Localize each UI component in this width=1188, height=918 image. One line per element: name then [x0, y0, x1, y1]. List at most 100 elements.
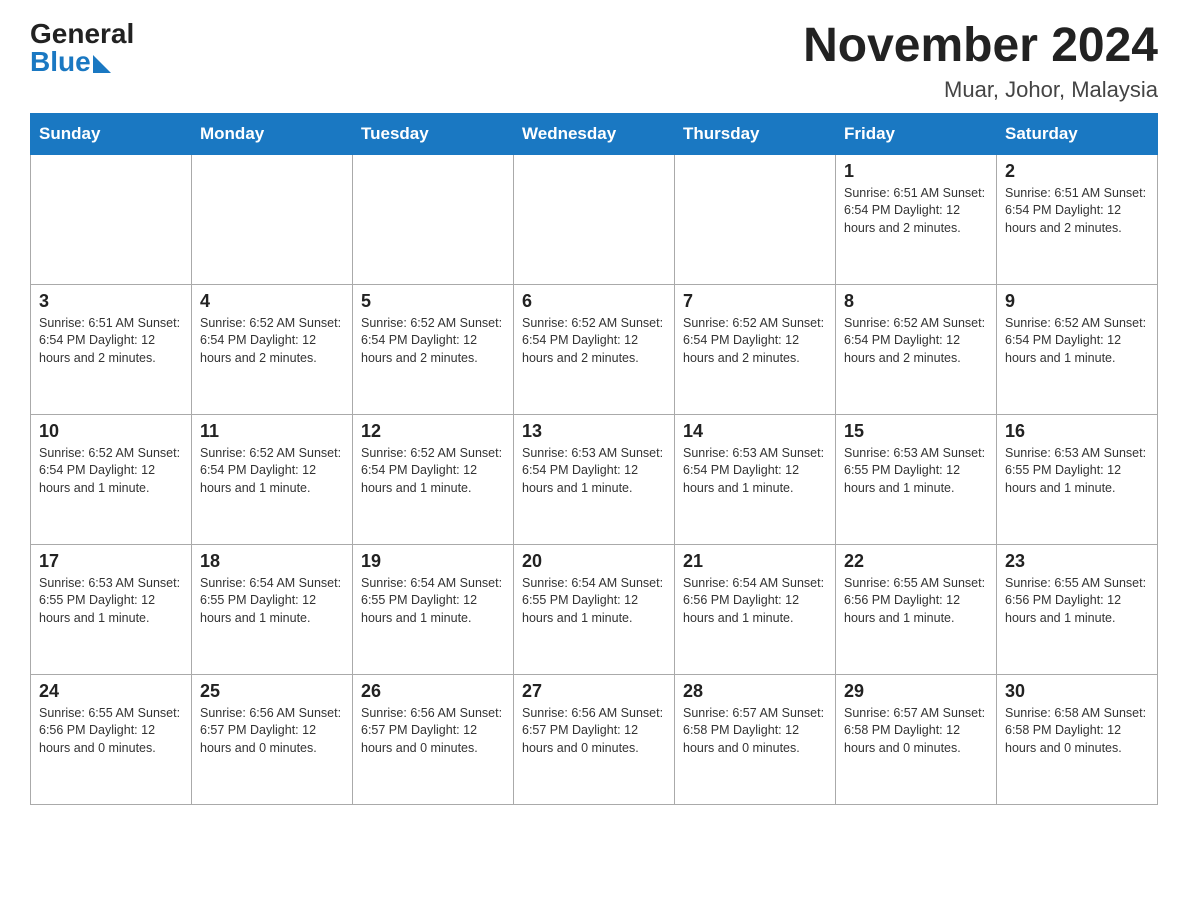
day-number: 30 — [1005, 681, 1149, 702]
day-info: Sunrise: 6:53 AM Sunset: 6:55 PM Dayligh… — [844, 445, 988, 498]
calendar-cell: 13 Sunrise: 6:53 AM Sunset: 6:54 PM Dayli… — [514, 414, 675, 544]
day-number: 23 — [1005, 551, 1149, 572]
day-number: 8 — [844, 291, 988, 312]
week-row-1: 1 Sunrise: 6:51 AM Sunset: 6:54 PM Daylig… — [31, 154, 1158, 284]
calendar-cell: 24 Sunrise: 6:55 AM Sunset: 6:56 PM Dayli… — [31, 674, 192, 804]
day-number: 1 — [844, 161, 988, 182]
day-info: Sunrise: 6:52 AM Sunset: 6:54 PM Dayligh… — [361, 315, 505, 368]
day-info: Sunrise: 6:52 AM Sunset: 6:54 PM Dayligh… — [200, 445, 344, 498]
day-info: Sunrise: 6:51 AM Sunset: 6:54 PM Dayligh… — [39, 315, 183, 368]
weekday-header-tuesday: Tuesday — [353, 113, 514, 154]
weekday-header-sunday: Sunday — [31, 113, 192, 154]
calendar-cell: 17 Sunrise: 6:53 AM Sunset: 6:55 PM Dayli… — [31, 544, 192, 674]
day-info: Sunrise: 6:56 AM Sunset: 6:57 PM Dayligh… — [361, 705, 505, 758]
day-number: 10 — [39, 421, 183, 442]
day-info: Sunrise: 6:53 AM Sunset: 6:54 PM Dayligh… — [522, 445, 666, 498]
weekday-header-friday: Friday — [836, 113, 997, 154]
weekday-header-saturday: Saturday — [997, 113, 1158, 154]
calendar-cell: 25 Sunrise: 6:56 AM Sunset: 6:57 PM Dayli… — [192, 674, 353, 804]
day-number: 12 — [361, 421, 505, 442]
header: General Blue November 2024 Muar, Johor, … — [30, 20, 1158, 103]
calendar-cell — [675, 154, 836, 284]
logo-general-text: General — [30, 20, 134, 48]
week-row-4: 17 Sunrise: 6:53 AM Sunset: 6:55 PM Dayli… — [31, 544, 1158, 674]
calendar-cell: 23 Sunrise: 6:55 AM Sunset: 6:56 PM Dayli… — [997, 544, 1158, 674]
day-number: 2 — [1005, 161, 1149, 182]
calendar-cell: 30 Sunrise: 6:58 AM Sunset: 6:58 PM Dayli… — [997, 674, 1158, 804]
calendar-subtitle: Muar, Johor, Malaysia — [803, 77, 1158, 103]
day-number: 26 — [361, 681, 505, 702]
day-info: Sunrise: 6:55 AM Sunset: 6:56 PM Dayligh… — [1005, 575, 1149, 628]
calendar-cell: 19Sunrise: 6:54 AM Sunset: 6:55 PM Dayli… — [353, 544, 514, 674]
day-number: 21 — [683, 551, 827, 572]
calendar-cell: 3 Sunrise: 6:51 AM Sunset: 6:54 PM Daylig… — [31, 284, 192, 414]
day-number: 9 — [1005, 291, 1149, 312]
calendar-table: SundayMondayTuesdayWednesdayThursdayFrid… — [30, 113, 1158, 805]
day-number: 6 — [522, 291, 666, 312]
day-info: Sunrise: 6:51 AM Sunset: 6:54 PM Dayligh… — [1005, 185, 1149, 238]
day-info: Sunrise: 6:53 AM Sunset: 6:54 PM Dayligh… — [683, 445, 827, 498]
calendar-cell: 5 Sunrise: 6:52 AM Sunset: 6:54 PM Daylig… — [353, 284, 514, 414]
title-area: November 2024 Muar, Johor, Malaysia — [803, 20, 1158, 103]
calendar-cell: 10 Sunrise: 6:52 AM Sunset: 6:54 PM Dayli… — [31, 414, 192, 544]
logo-blue-text: Blue — [30, 48, 91, 76]
day-info: Sunrise: 6:53 AM Sunset: 6:55 PM Dayligh… — [39, 575, 183, 628]
day-number: 14 — [683, 421, 827, 442]
calendar-cell: 27Sunrise: 6:56 AM Sunset: 6:57 PM Dayli… — [514, 674, 675, 804]
day-info: Sunrise: 6:57 AM Sunset: 6:58 PM Dayligh… — [844, 705, 988, 758]
calendar-cell: 1 Sunrise: 6:51 AM Sunset: 6:54 PM Daylig… — [836, 154, 997, 284]
day-number: 24 — [39, 681, 183, 702]
calendar-cell: 28Sunrise: 6:57 AM Sunset: 6:58 PM Dayli… — [675, 674, 836, 804]
day-number: 17 — [39, 551, 183, 572]
calendar-cell: 9 Sunrise: 6:52 AM Sunset: 6:54 PM Daylig… — [997, 284, 1158, 414]
logo: General Blue — [30, 20, 134, 76]
weekday-header-thursday: Thursday — [675, 113, 836, 154]
day-number: 11 — [200, 421, 344, 442]
calendar-cell — [192, 154, 353, 284]
day-number: 7 — [683, 291, 827, 312]
day-info: Sunrise: 6:52 AM Sunset: 6:54 PM Dayligh… — [39, 445, 183, 498]
day-number: 3 — [39, 291, 183, 312]
calendar-cell: 21 Sunrise: 6:54 AM Sunset: 6:56 PM Dayli… — [675, 544, 836, 674]
week-row-5: 24 Sunrise: 6:55 AM Sunset: 6:56 PM Dayli… — [31, 674, 1158, 804]
day-number: 5 — [361, 291, 505, 312]
weekday-header-row: SundayMondayTuesdayWednesdayThursdayFrid… — [31, 113, 1158, 154]
day-info: Sunrise: 6:51 AM Sunset: 6:54 PM Dayligh… — [844, 185, 988, 238]
day-info: Sunrise: 6:54 AM Sunset: 6:56 PM Dayligh… — [683, 575, 827, 628]
day-info: Sunrise: 6:55 AM Sunset: 6:56 PM Dayligh… — [39, 705, 183, 758]
calendar-cell: 14 Sunrise: 6:53 AM Sunset: 6:54 PM Dayli… — [675, 414, 836, 544]
day-number: 25 — [200, 681, 344, 702]
day-info: Sunrise: 6:52 AM Sunset: 6:54 PM Dayligh… — [1005, 315, 1149, 368]
day-info: Sunrise: 6:53 AM Sunset: 6:55 PM Dayligh… — [1005, 445, 1149, 498]
day-info: Sunrise: 6:52 AM Sunset: 6:54 PM Dayligh… — [683, 315, 827, 368]
day-number: 29 — [844, 681, 988, 702]
calendar-cell: 29 Sunrise: 6:57 AM Sunset: 6:58 PM Dayli… — [836, 674, 997, 804]
logo-triangle-icon — [93, 55, 111, 73]
day-info: Sunrise: 6:58 AM Sunset: 6:58 PM Dayligh… — [1005, 705, 1149, 758]
day-number: 4 — [200, 291, 344, 312]
day-number: 15 — [844, 421, 988, 442]
calendar-cell: 22Sunrise: 6:55 AM Sunset: 6:56 PM Dayli… — [836, 544, 997, 674]
calendar-cell: 8 Sunrise: 6:52 AM Sunset: 6:54 PM Daylig… — [836, 284, 997, 414]
weekday-header-monday: Monday — [192, 113, 353, 154]
day-info: Sunrise: 6:56 AM Sunset: 6:57 PM Dayligh… — [200, 705, 344, 758]
day-number: 13 — [522, 421, 666, 442]
day-info: Sunrise: 6:54 AM Sunset: 6:55 PM Dayligh… — [200, 575, 344, 628]
weekday-header-wednesday: Wednesday — [514, 113, 675, 154]
calendar-cell: 18 Sunrise: 6:54 AM Sunset: 6:55 PM Dayli… — [192, 544, 353, 674]
week-row-2: 3 Sunrise: 6:51 AM Sunset: 6:54 PM Daylig… — [31, 284, 1158, 414]
day-info: Sunrise: 6:52 AM Sunset: 6:54 PM Dayligh… — [522, 315, 666, 368]
day-info: Sunrise: 6:52 AM Sunset: 6:54 PM Dayligh… — [844, 315, 988, 368]
day-number: 18 — [200, 551, 344, 572]
day-number: 28 — [683, 681, 827, 702]
week-row-3: 10 Sunrise: 6:52 AM Sunset: 6:54 PM Dayli… — [31, 414, 1158, 544]
day-info: Sunrise: 6:56 AM Sunset: 6:57 PM Dayligh… — [522, 705, 666, 758]
calendar-cell: 11 Sunrise: 6:52 AM Sunset: 6:54 PM Dayli… — [192, 414, 353, 544]
calendar-cell: 12Sunrise: 6:52 AM Sunset: 6:54 PM Dayli… — [353, 414, 514, 544]
calendar-cell: 20Sunrise: 6:54 AM Sunset: 6:55 PM Dayli… — [514, 544, 675, 674]
calendar-cell: 16 Sunrise: 6:53 AM Sunset: 6:55 PM Dayli… — [997, 414, 1158, 544]
day-info: Sunrise: 6:52 AM Sunset: 6:54 PM Dayligh… — [200, 315, 344, 368]
calendar-cell: 6 Sunrise: 6:52 AM Sunset: 6:54 PM Daylig… — [514, 284, 675, 414]
calendar-cell: 7 Sunrise: 6:52 AM Sunset: 6:54 PM Daylig… — [675, 284, 836, 414]
day-number: 16 — [1005, 421, 1149, 442]
